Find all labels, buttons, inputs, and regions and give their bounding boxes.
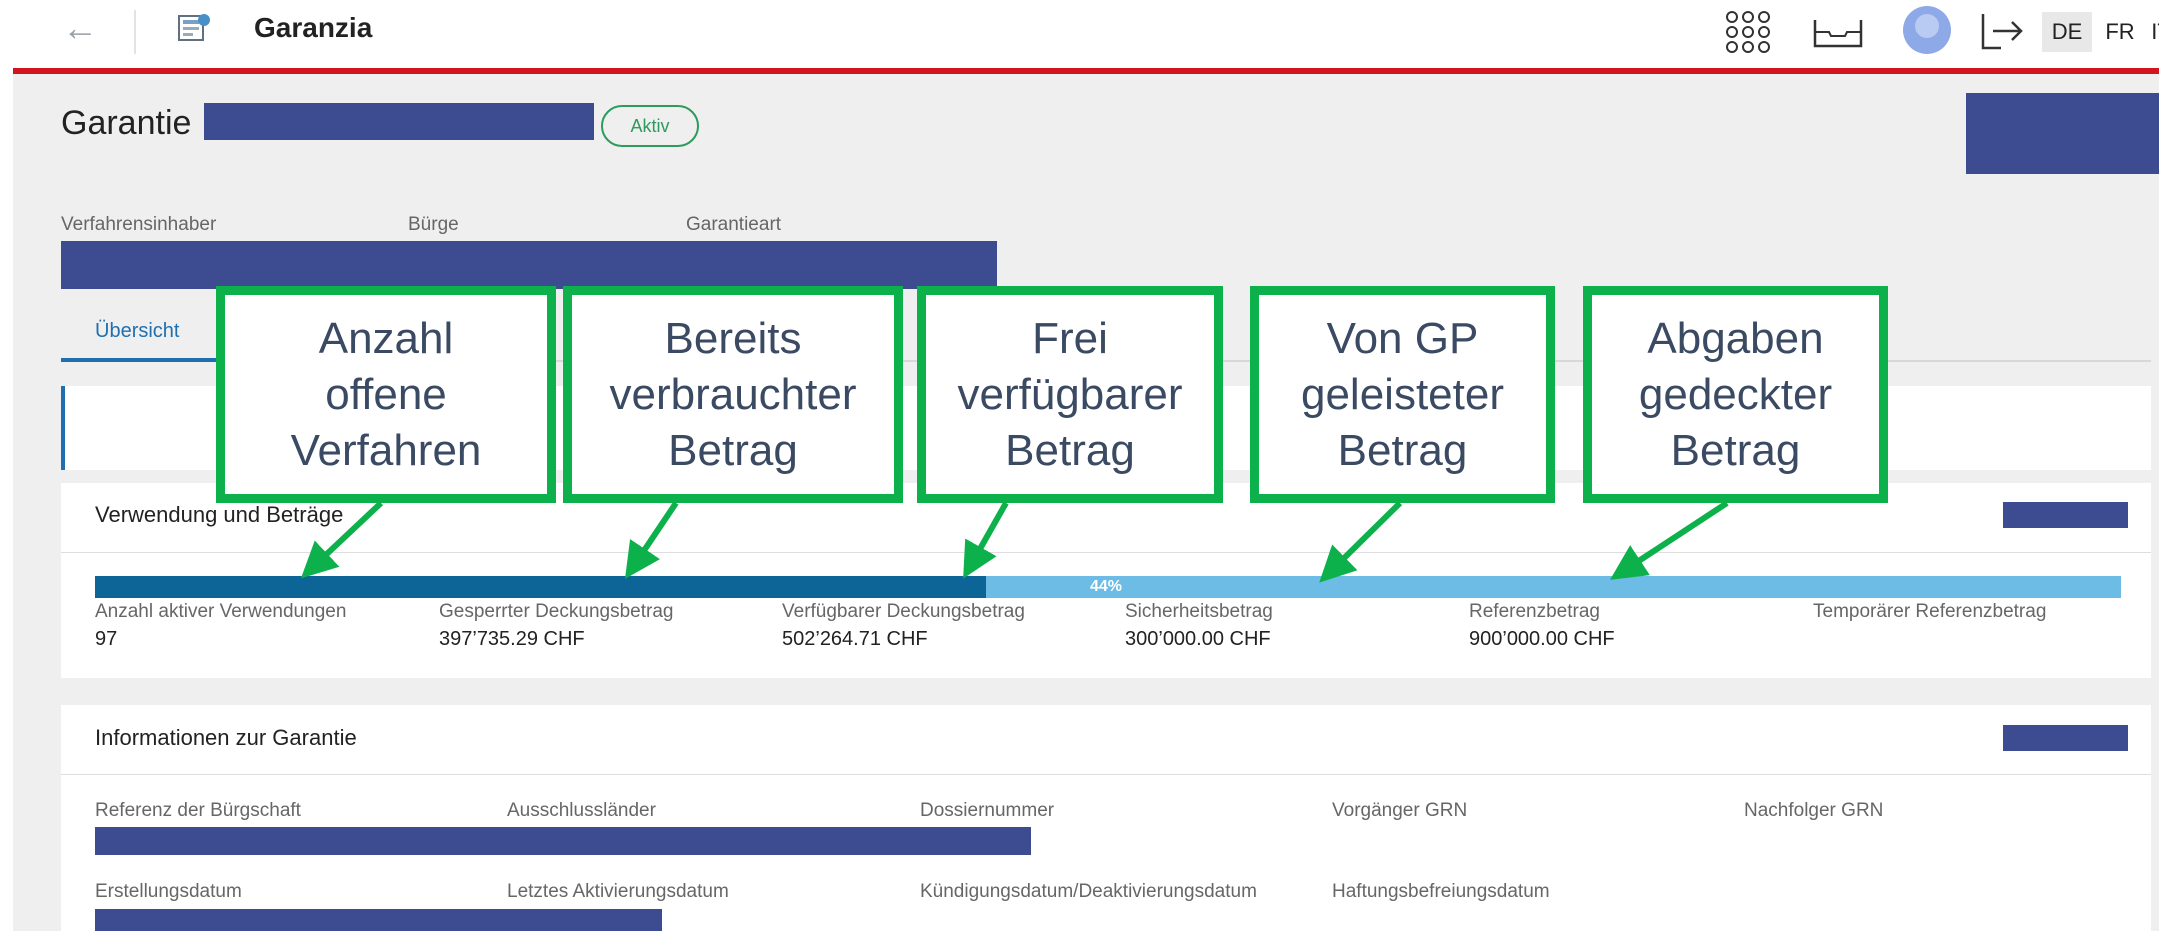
- app-title: Garanzia: [254, 12, 373, 43]
- usage-card-title: Verwendung und Beträge: [95, 502, 344, 527]
- callout-line: Frei: [1032, 313, 1108, 363]
- app-logo-icon: [178, 14, 210, 41]
- info-card-divider: [61, 774, 2151, 775]
- info-label-vorgaenger-grn: Vorgänger GRN: [1332, 800, 1468, 821]
- apps-grid-icon[interactable]: [1724, 10, 1772, 54]
- redacted-info-row2-values: [95, 909, 662, 931]
- redacted-info-action[interactable]: [2003, 725, 2128, 751]
- field-value-reference-amount: 900’000.00 CHF: [1469, 628, 1615, 650]
- callout-verfuegbarer-betrag: Frei verfügbarer Betrag: [917, 286, 1223, 503]
- info-label-kuendigungsdatum: Kündigungsdatum/Deaktivierungsdatum: [920, 881, 1257, 902]
- page-title: Garantie: [61, 104, 192, 142]
- progress-available: [986, 576, 2121, 598]
- info-card-title: Informationen zur Garantie: [95, 725, 357, 750]
- callout-line: verfügbarer: [957, 369, 1183, 419]
- progress-used: [95, 576, 986, 598]
- label-buerge: Bürge: [408, 214, 459, 235]
- tab-uebersicht[interactable]: Übersicht: [95, 320, 179, 343]
- callout-line: Anzahl: [318, 313, 454, 363]
- header-divider: [134, 10, 136, 54]
- lang-de[interactable]: DE: [2042, 12, 2092, 52]
- logout-icon[interactable]: [1979, 10, 2025, 52]
- field-label-reference-amount: Referenzbetrag: [1469, 601, 1600, 622]
- callout-line: Betrag: [668, 425, 798, 475]
- info-label-nachfolger-grn: Nachfolger GRN: [1744, 800, 1884, 821]
- info-label-dossiernummer: Dossiernummer: [920, 800, 1055, 821]
- back-arrow-icon[interactable]: ←: [62, 10, 98, 46]
- redacted-info-row1-values: [95, 827, 1031, 855]
- callout-line: Bereits: [664, 313, 802, 363]
- callout-line: Abgaben: [1647, 313, 1824, 363]
- label-verfahrensinhaber: Verfahrensinhaber: [61, 214, 217, 235]
- callout-verbrauchter-betrag: Bereits verbrauchter Betrag: [563, 286, 903, 503]
- usage-card-divider: [61, 552, 2151, 553]
- field-label-blocked-amount: Gesperrter Deckungsbetrag: [439, 601, 674, 622]
- callout-line: geleisteter: [1300, 369, 1504, 419]
- callout-line: Betrag: [1670, 425, 1801, 475]
- redacted-action-button[interactable]: [1966, 93, 2159, 174]
- callout-line: Verfahren: [290, 425, 482, 475]
- redacted-usage-action[interactable]: [2003, 502, 2128, 528]
- callout-line: Betrag: [1337, 425, 1468, 475]
- info-label-haftungsbefreiungsdatum: Haftungsbefreiungsdatum: [1332, 881, 1550, 902]
- field-label-available-amount: Verfügbarer Deckungsbetrag: [782, 601, 1025, 622]
- info-label-erstellungsdatum: Erstellungsdatum: [95, 881, 242, 902]
- summary-card-accent: [61, 386, 65, 470]
- callout-line: Betrag: [1005, 425, 1135, 475]
- redacted-guarantee-id: [204, 103, 594, 140]
- field-label-active-uses: Anzahl aktiver Verwendungen: [95, 601, 347, 622]
- field-value-blocked-amount: 397’735.29 CHF: [439, 628, 585, 650]
- info-label-referenz: Referenz der Bürgschaft: [95, 800, 301, 821]
- field-label-temp-reference-amount: Temporärer Referenzbetrag: [1813, 601, 2047, 622]
- lang-it[interactable]: IT: [2146, 12, 2159, 52]
- label-garantieart: Garantieart: [686, 214, 782, 235]
- callout-gp-geleisteter-betrag: Von GP geleisteter Betrag: [1250, 286, 1555, 503]
- progress-percent-label: 44%: [1090, 578, 1123, 595]
- field-label-security-amount: Sicherheitsbetrag: [1125, 601, 1273, 622]
- callout-anzahl-offene-verfahren: Anzahl offene Verfahren: [216, 286, 556, 503]
- field-value-active-uses: 97: [95, 628, 118, 650]
- callout-abgaben-gedeckter-betrag: Abgaben gedeckter Betrag: [1583, 286, 1888, 503]
- inbox-icon[interactable]: [1813, 12, 1863, 50]
- tab-active-indicator: [61, 358, 221, 362]
- callout-line: gedeckter: [1638, 369, 1833, 419]
- field-value-available-amount: 502’264.71 CHF: [782, 628, 928, 650]
- redacted-meta-values: [61, 241, 997, 289]
- user-avatar[interactable]: [1903, 6, 1951, 54]
- status-badge: Aktiv: [601, 105, 699, 147]
- callout-line: offene: [325, 369, 447, 419]
- info-label-ausschlusslaender: Ausschlussländer: [507, 800, 656, 821]
- field-value-security-amount: 300’000.00 CHF: [1125, 628, 1271, 650]
- callout-line: Von GP: [1326, 313, 1479, 363]
- info-label-letztes-aktivierungsdatum: Letztes Aktivierungsdatum: [507, 881, 729, 902]
- lang-fr[interactable]: FR: [2098, 12, 2142, 52]
- callout-line: verbrauchter: [609, 369, 857, 419]
